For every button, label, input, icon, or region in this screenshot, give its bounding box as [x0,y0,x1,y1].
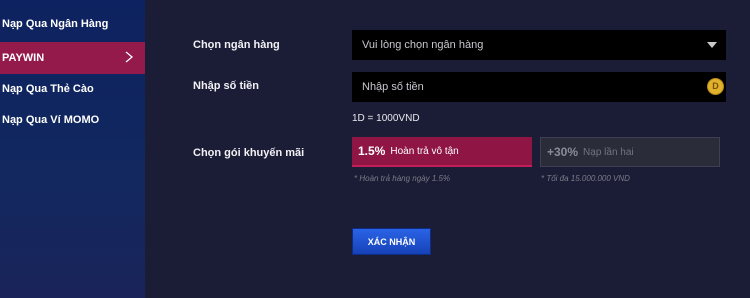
sidebar-item-label: Nạp Qua Ví MOMO [2,114,100,126]
sidebar: Nạp Qua Ngân Hàng PAYWIN Nạp Qua Thẻ Cào… [0,0,145,298]
amount-input[interactable] [352,72,726,102]
sidebar-item-label: Nạp Qua Thẻ Cào [2,83,94,95]
sidebar-item-label: Nạp Qua Ngân Hàng [2,18,109,30]
amount-label: Nhập số tiền [193,80,260,92]
caret-down-icon [707,42,717,48]
bank-label: Chọn ngân hàng [193,39,280,51]
promo-percent: +30% [547,145,579,159]
promo-note: * Tối đa 15.000.000 VND [541,174,630,183]
promo-text: Nạp lần hai [583,146,634,158]
bank-select-value: Vui lòng chọn ngân hàng [362,39,484,51]
coin-icon: D [707,78,724,95]
sidebar-item-card[interactable]: Nạp Qua Thẻ Cào [0,73,145,105]
sidebar-item-bank[interactable]: Nạp Qua Ngân Hàng [0,8,145,40]
exchange-rate: 1D = 1000VND [352,113,420,124]
promo-note: * Hoàn trả hàng ngày 1.5% [354,174,451,183]
promo-package-cashback[interactable]: 1.5% Hoàn trả vô tận [352,137,532,167]
chevron-right-icon [125,51,134,63]
sidebar-item-momo[interactable]: Nạp Qua Ví MOMO [0,104,145,136]
sidebar-item-paywin[interactable]: PAYWIN [0,42,145,74]
promo-label: Chọn gói khuyến mãi [193,147,305,159]
bank-select[interactable]: Vui lòng chọn ngân hàng [352,30,726,60]
promo-text: Hoàn trả vô tận [390,145,459,157]
promo-percent: 1.5% [358,144,386,158]
promo-package-second-deposit[interactable]: +30% Nạp lần hai [540,137,720,167]
confirm-button[interactable]: XÁC NHẬN [353,229,430,254]
sidebar-item-label: PAYWIN [2,52,45,64]
